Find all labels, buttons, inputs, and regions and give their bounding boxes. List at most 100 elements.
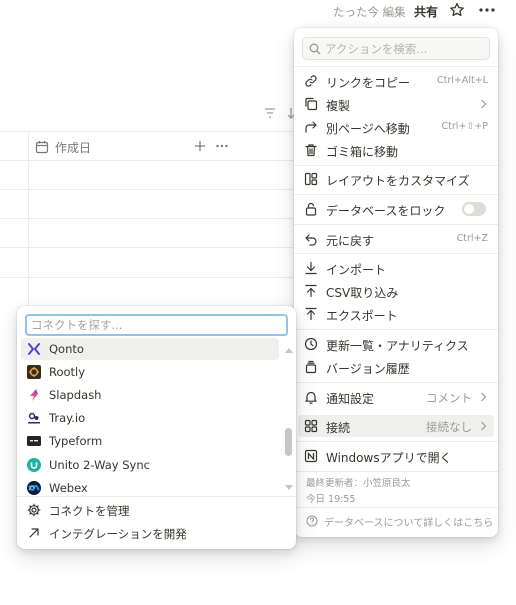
undo-icon: [304, 232, 318, 246]
connection-item-qonto[interactable]: Qonto: [21, 338, 279, 360]
bell-icon: [304, 390, 318, 404]
webex-logo-icon: [27, 481, 41, 495]
add-column-icon[interactable]: [194, 138, 206, 154]
shortcut-label: Ctrl+Z: [456, 233, 488, 244]
scrollbar-thumb[interactable]: [285, 428, 292, 456]
move-arrow-icon: [304, 120, 318, 134]
table-row-divider: [0, 247, 300, 248]
menu-divider: [294, 382, 498, 383]
connection-item-unito[interactable]: Unito 2-Way Sync: [21, 454, 279, 476]
connection-label: Rootly: [49, 365, 86, 379]
menu-item-copy-link[interactable]: リンクをコピー Ctrl+Alt+L: [298, 70, 494, 92]
page-topbar: たった今 編集 共有: [0, 0, 516, 24]
menu-item-label: ゴミ箱に移動: [326, 145, 399, 159]
connection-search-box[interactable]: [25, 314, 288, 336]
table-row-divider: [0, 189, 300, 190]
menu-divider: [294, 441, 498, 442]
notion-app-icon: [304, 449, 318, 463]
connection-label: Typeform: [49, 434, 103, 448]
menu-item-label: 更新一覧・アナリティクス: [326, 339, 469, 353]
shortcut-label: Ctrl+⇧+P: [441, 121, 488, 132]
menu-item-label: 接続: [326, 421, 351, 435]
chevron-right-icon: [478, 98, 488, 110]
menu-item-export[interactable]: エクスポート: [298, 303, 494, 325]
scroll-down-arrow[interactable]: [284, 484, 294, 492]
menu-item-undo[interactable]: 元に戻す Ctrl+Z: [298, 228, 494, 250]
menu-item-label: リンクをコピー: [326, 76, 411, 90]
connection-item-slapdash[interactable]: Slapdash: [21, 384, 279, 406]
menu-divider: [294, 165, 498, 166]
menu-item-duplicate[interactable]: 複製: [298, 93, 494, 115]
database-header-row: 作成日: [0, 131, 300, 161]
lock-icon: [304, 202, 318, 216]
menu-item-csv-import[interactable]: CSV取り込み: [298, 280, 494, 302]
menu-item-version-history[interactable]: バージョン履歴: [298, 356, 494, 378]
shortcut-label: Ctrl+Alt+L: [437, 75, 488, 86]
menu-item-lock-database[interactable]: データベースをロック: [298, 198, 494, 220]
gear-icon: [27, 503, 41, 517]
tray-logo-icon: [27, 411, 41, 425]
calendar-icon: [35, 140, 49, 154]
menu-item-label: 元に戻す: [326, 234, 375, 248]
column-options-icon[interactable]: [215, 138, 229, 154]
layout-icon: [304, 172, 318, 186]
lock-toggle[interactable]: [462, 202, 486, 216]
menu-item-label: バージョン履歴: [326, 362, 410, 376]
menu-item-trash[interactable]: ゴミ箱に移動: [298, 139, 494, 161]
learn-more-label: データベースについて詳しくはこちら: [324, 518, 494, 529]
column-header-created[interactable]: 作成日: [55, 139, 91, 156]
export-icon: [304, 307, 318, 321]
menu-divider: [294, 224, 498, 225]
menu-item-open-windows-app[interactable]: Windowsアプリで開く: [298, 445, 494, 467]
trash-icon: [304, 143, 318, 157]
connections-icon: [304, 419, 318, 433]
connection-label: Unito 2-Way Sync: [49, 458, 150, 472]
learn-more-link[interactable]: データベースについて詳しくはこちら: [302, 511, 494, 531]
menu-item-updates-analytics[interactable]: 更新一覧・アナリティクス: [298, 333, 494, 355]
popup-divider: [17, 496, 296, 497]
scroll-up-arrow[interactable]: [284, 346, 294, 354]
filter-icon: [265, 108, 275, 118]
connection-item-typeform[interactable]: Typeform: [21, 430, 279, 452]
updates-icon: [304, 337, 318, 351]
history-icon: [304, 360, 318, 374]
last-edited-by: 最終更新者：小笠原良太: [306, 478, 411, 489]
menu-item-label: 通知設定: [326, 392, 375, 406]
develop-integration-button[interactable]: インテグレーションを開発: [21, 522, 279, 544]
action-search-input[interactable]: [325, 40, 485, 58]
menu-item-label: CSV取り込み: [326, 286, 399, 300]
duplicate-icon: [304, 97, 318, 111]
menu-divider: [294, 194, 498, 195]
last-edited-label: たった今 編集: [333, 5, 406, 19]
menu-item-notification-settings[interactable]: 通知設定 コメント: [298, 386, 494, 408]
action-search-box[interactable]: [302, 37, 490, 60]
share-button[interactable]: 共有: [414, 3, 438, 20]
qonto-logo-icon: [27, 342, 41, 356]
connection-label: Qonto: [49, 342, 84, 356]
menu-item-value: コメント: [426, 391, 472, 405]
menu-item-label: レイアウトをカスタマイズ: [326, 174, 470, 188]
slapdash-logo-icon: [27, 388, 41, 402]
connection-label: Tray.io: [49, 411, 86, 425]
table-row-divider: [0, 218, 300, 219]
connection-label: Webex: [49, 481, 88, 495]
menu-divider: [294, 507, 498, 508]
menu-item-import[interactable]: インポート: [298, 257, 494, 279]
menu-item-move-to[interactable]: 別ページへ移動 Ctrl+⇧+P: [298, 116, 494, 138]
connection-item-tray[interactable]: Tray.io: [21, 407, 279, 429]
menu-item-connections[interactable]: 接続 接続なし: [298, 415, 494, 437]
connection-footer-label: インテグレーションを開発: [49, 527, 187, 541]
menu-item-label: 複製: [326, 99, 351, 113]
chevron-right-icon: [478, 420, 488, 432]
more-options-icon[interactable]: [478, 2, 496, 18]
link-icon: [304, 74, 318, 88]
search-icon: [309, 43, 321, 55]
manage-connections-button[interactable]: コネクトを管理: [21, 499, 279, 521]
toggle-knob: [464, 204, 474, 214]
table-row-divider: [0, 277, 300, 278]
favorite-star-icon[interactable]: [449, 2, 465, 18]
connection-search-input[interactable]: [31, 317, 281, 333]
help-icon: [306, 515, 318, 527]
menu-item-customize-layout[interactable]: レイアウトをカスタマイズ: [298, 168, 494, 190]
connection-item-rootly[interactable]: Rootly: [21, 361, 279, 383]
